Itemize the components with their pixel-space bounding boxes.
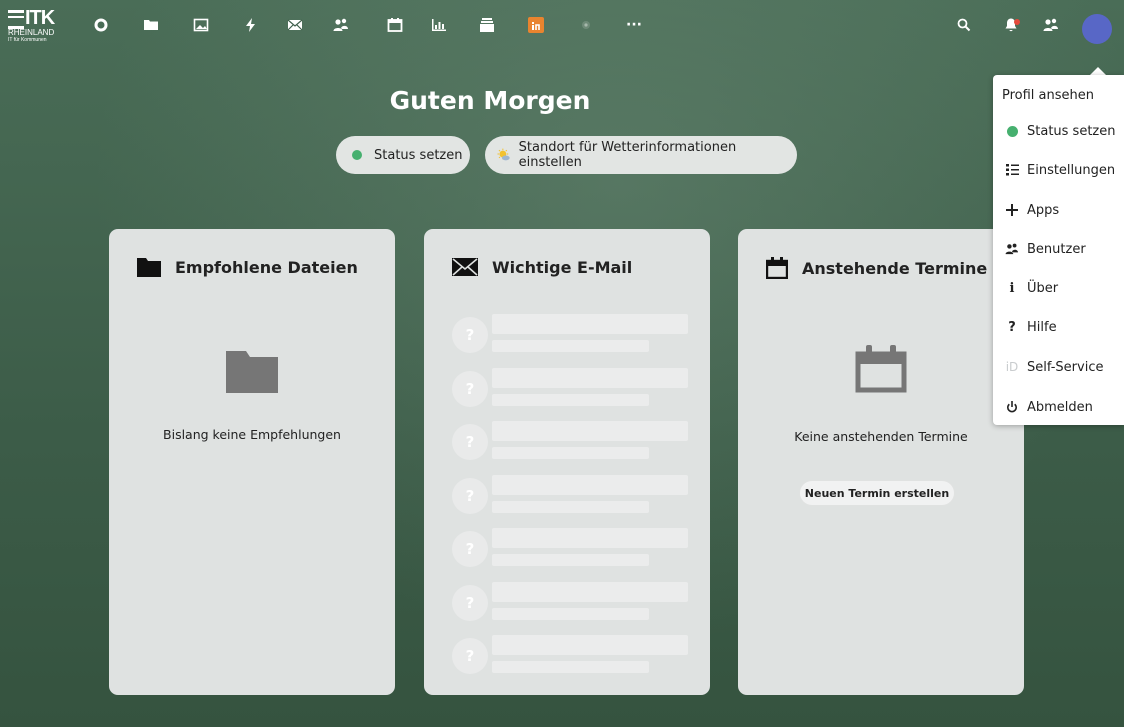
placeholder-avatar: ? — [452, 585, 488, 621]
top-bar: ITK RHEINLAND IT für Kommunen ··· — [0, 0, 1124, 50]
logo-text: RHEINLAND — [8, 28, 55, 37]
empty-calendar-icon — [855, 345, 907, 393]
widget-title-label: Wichtige E-Mail — [492, 257, 633, 277]
placeholder-avatar: ? — [452, 531, 488, 567]
weather-icon — [497, 148, 510, 161]
search-icon[interactable] — [956, 17, 972, 33]
calendar-icon[interactable] — [387, 17, 403, 33]
empty-message: Keine anstehenden Termine — [794, 429, 968, 444]
new-event-button[interactable]: Neuen Termin erstellen — [800, 481, 954, 505]
avatar[interactable] — [1082, 14, 1112, 44]
deck-icon[interactable] — [479, 17, 495, 33]
logo[interactable]: ITK RHEINLAND IT für Kommunen — [8, 8, 70, 43]
list-item: ? — [452, 581, 688, 625]
mail-icon[interactable] — [287, 17, 303, 33]
list-item: ? — [452, 420, 688, 464]
plus-icon — [1005, 203, 1019, 217]
menu-item-status[interactable]: Status setzen — [993, 113, 1124, 149]
power-icon — [1005, 400, 1019, 414]
menu-item-label: Profil ansehen — [1002, 87, 1095, 103]
empty-message: Bislang keine Empfehlungen — [163, 427, 341, 442]
logo-mark: ITK — [8, 8, 55, 29]
placeholder-avatar: ? — [452, 424, 488, 460]
photos-icon[interactable] — [193, 17, 209, 33]
folder-icon — [137, 258, 161, 277]
onlyoffice-icon[interactable] — [528, 17, 544, 33]
menu-item-label: Hilfe — [1027, 319, 1057, 335]
info-icon: i — [1009, 280, 1015, 296]
placeholder-avatar: ? — [452, 638, 488, 674]
placeholder-avatar: ? — [452, 478, 488, 514]
status-button[interactable]: Status setzen — [336, 136, 470, 174]
menu-item-logout[interactable]: Abmelden — [993, 389, 1124, 425]
menu-item-help[interactable]: ? Hilfe — [993, 309, 1124, 345]
status-dot-icon — [352, 150, 362, 160]
menu-item-profile[interactable]: Profil ansehen — [993, 77, 1124, 113]
menu-item-label: Status setzen — [1027, 123, 1116, 139]
contacts-menu-icon[interactable] — [1043, 17, 1059, 33]
list-item: ? — [452, 634, 688, 678]
empty-folder-icon — [226, 351, 278, 393]
widget-title-label: Empfohlene Dateien — [175, 257, 358, 277]
settings-list-icon — [1005, 163, 1019, 177]
menu-item-about[interactable]: i Über — [993, 270, 1124, 306]
menu-item-label: Benutzer — [1027, 241, 1086, 257]
menu-item-label: Abmelden — [1027, 399, 1093, 415]
menu-item-label: Über — [1027, 280, 1059, 296]
status-button-label: Status setzen — [374, 147, 463, 163]
contacts-icon[interactable] — [333, 17, 349, 33]
widget-title-label: Anstehende Termine — [802, 258, 988, 278]
widget-title: Empfohlene Dateien — [137, 257, 358, 277]
calendar-icon — [766, 257, 788, 279]
menu-item-self-service[interactable]: iD Self-Service — [993, 349, 1124, 385]
menu-item-label: Einstellungen — [1027, 162, 1116, 178]
upcoming-events-widget: Anstehende Termine Keine anstehenden Ter… — [738, 229, 1024, 695]
menu-item-label: Apps — [1027, 202, 1060, 218]
notification-badge — [1014, 19, 1020, 25]
weather-button[interactable]: Standort für Wetterinformationen einstel… — [485, 136, 797, 174]
dashboard-icon[interactable] — [93, 17, 109, 33]
menu-caret — [1090, 67, 1106, 75]
analytics-icon[interactable] — [431, 17, 447, 33]
help-icon: ? — [1008, 319, 1016, 335]
logo-subtext: IT für Kommunen — [8, 37, 47, 43]
status-dot-icon — [1005, 124, 1019, 138]
menu-item-label: Self-Service — [1027, 359, 1104, 375]
list-item: ? — [452, 367, 688, 411]
app-icon[interactable] — [578, 17, 594, 33]
activity-icon[interactable] — [243, 17, 259, 33]
mail-icon — [452, 258, 478, 276]
widget-title: Anstehende Termine — [766, 257, 987, 279]
user-menu: Profil ansehen Status setzen Einstellung… — [993, 75, 1124, 425]
placeholder-avatar: ? — [452, 317, 488, 353]
users-icon — [1005, 242, 1019, 256]
list-item: ? — [452, 474, 688, 518]
menu-item-users[interactable]: Benutzer — [993, 231, 1124, 267]
page-title: Guten Morgen — [389, 86, 591, 115]
list-item: ? — [452, 527, 688, 571]
more-icon[interactable]: ··· — [626, 17, 642, 33]
recommended-files-widget: Empfohlene Dateien Bislang keine Empfehl… — [109, 229, 395, 695]
widget-title: Wichtige E-Mail — [452, 257, 632, 277]
weather-button-label: Standort für Wetterinformationen einstel… — [518, 140, 737, 170]
files-icon[interactable] — [143, 17, 159, 33]
list-item: ? — [452, 313, 688, 357]
important-mail-widget: Wichtige E-Mail ? ? ? ? ? ? ? — [424, 229, 710, 695]
id-icon: iD — [1005, 360, 1019, 374]
menu-item-settings[interactable]: Einstellungen — [993, 152, 1124, 188]
placeholder-avatar: ? — [452, 371, 488, 407]
menu-item-apps[interactable]: Apps — [993, 192, 1124, 228]
